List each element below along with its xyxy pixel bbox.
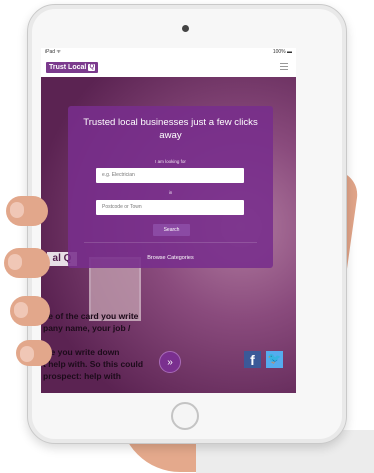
looking-for-label: I am looking for [155,159,186,164]
search-button[interactable]: Search [153,224,190,236]
finger [10,296,50,326]
logo-text: Trust Local [49,64,87,71]
finger [16,340,52,366]
fingernail [10,202,24,218]
service-search-input[interactable]: e.g. Electrician [96,168,244,183]
finger [6,196,48,226]
search-icon: Q [88,64,96,71]
finger [4,248,50,278]
ipad-screen: iPad ᯤ 100% ▬ Trust Local Q al Q de of t… [41,48,296,393]
background-text-line: ide you write down [43,347,120,357]
background-text-line: pany name, your job / [43,323,131,333]
status-battery: 100% ▬ [272,49,292,55]
background-text-line: de of the card you write [43,311,139,321]
home-button[interactable] [171,402,199,430]
panel-divider [84,242,257,243]
fingernail [8,254,22,270]
status-bar: iPad ᯤ 100% ▬ [41,48,296,57]
hero-headline: Trusted local businesses just a few clic… [83,117,258,141]
search-panel: Trusted local businesses just a few clic… [68,106,273,268]
scroll-down-icon[interactable]: » [159,351,181,373]
site-header: Trust Local Q [41,57,296,78]
fingernail [14,302,28,318]
in-label: in [168,190,173,195]
background-text-line: prospect: help with [43,371,121,381]
facebook-icon[interactable]: f [244,351,261,368]
twitter-icon[interactable]: 🐦 [266,351,283,368]
hamburger-menu-icon[interactable] [280,63,288,71]
location-input[interactable]: Postcode or Town [96,200,244,215]
status-carrier: iPad ᯤ [45,49,61,55]
trust-local-logo[interactable]: Trust Local Q [46,62,99,73]
front-camera [182,25,189,32]
browse-categories-link[interactable]: Browse Categories [68,255,273,261]
fingernail [20,346,34,362]
background-text-line: t help with. So this could [43,359,144,369]
